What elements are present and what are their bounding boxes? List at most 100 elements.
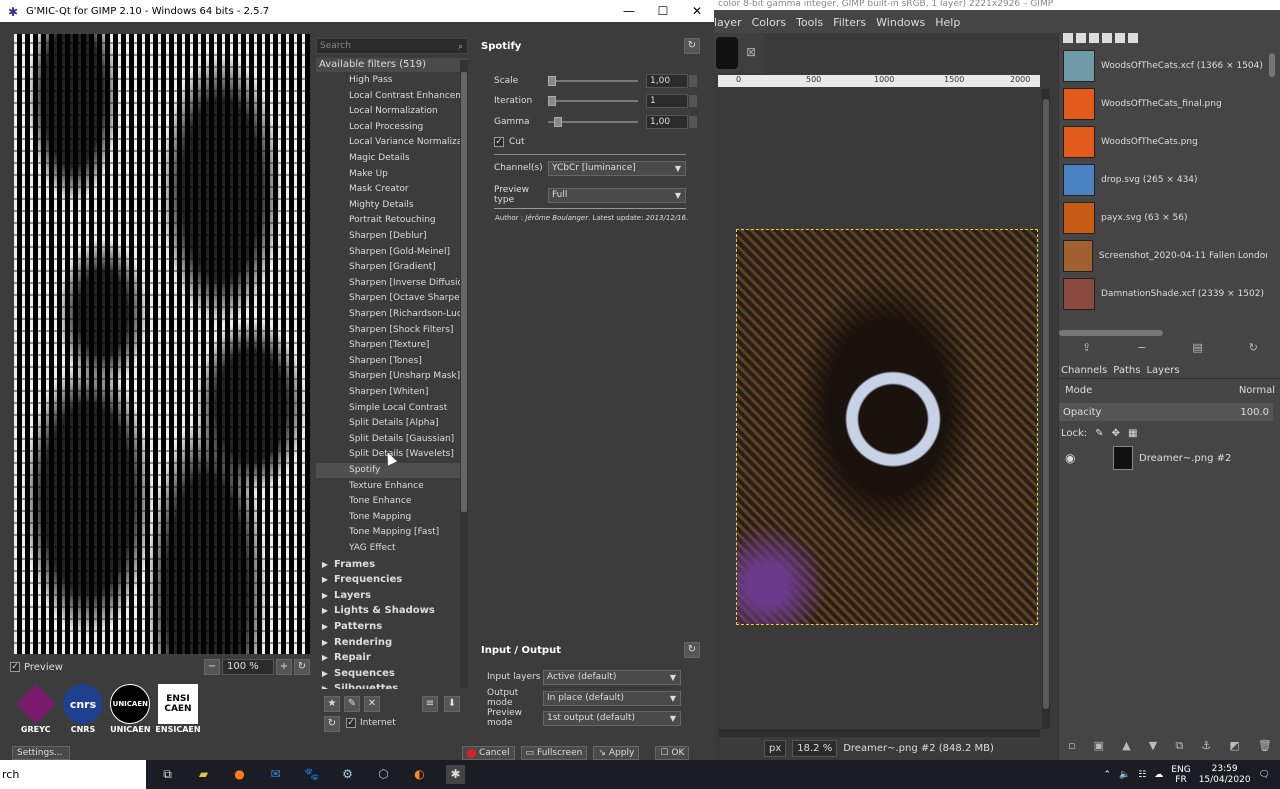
lower-layer-icon[interactable]: ▼ bbox=[1149, 739, 1157, 757]
filter-item[interactable]: Sharpen [Shock Filters] bbox=[349, 323, 453, 338]
filter-item[interactable]: Tone Mapping [Fast] bbox=[349, 525, 439, 540]
image-list-item[interactable]: WoodsOfTheCats.xcf (1366 × 1504) bbox=[1059, 47, 1267, 85]
filter-item[interactable]: Sharpen [Tones] bbox=[349, 354, 422, 369]
images-scrollbar[interactable] bbox=[1269, 53, 1277, 333]
filter-item[interactable]: Local Variance Normalization bbox=[349, 135, 460, 150]
network-icon[interactable]: ☷ bbox=[1138, 770, 1146, 780]
filter-item[interactable]: Sharpen [Octave Sharpening] bbox=[349, 291, 460, 306]
zoom-select[interactable]: 18.2 % bbox=[792, 740, 838, 757]
task-view-icon[interactable]: ⧉ bbox=[158, 765, 177, 784]
menu-filters[interactable]: Filters bbox=[833, 16, 866, 29]
images-horizontal-scrollbar[interactable] bbox=[1059, 330, 1267, 337]
lock-alpha-icon[interactable]: ▦ bbox=[1128, 428, 1137, 439]
filter-item[interactable]: Mighty Details bbox=[349, 198, 414, 213]
filter-item[interactable]: Tone Enhance bbox=[349, 494, 411, 509]
apply-button[interactable]: ↘ Apply bbox=[593, 746, 640, 760]
print-icon[interactable]: ▤ bbox=[1192, 341, 1202, 357]
filter-item[interactable]: Split Details [Gaussian] bbox=[349, 432, 454, 447]
fullscreen-button[interactable]: ▭ Fullscreen bbox=[520, 746, 588, 760]
tool-options-icon[interactable] bbox=[1063, 33, 1073, 43]
gimp-icon[interactable]: 🐾 bbox=[302, 765, 321, 784]
filter-item[interactable]: Sharpen [Texture] bbox=[349, 338, 429, 353]
channels-select[interactable]: YCbCr [luminance] ▼ bbox=[548, 160, 686, 176]
image-canvas[interactable] bbox=[720, 89, 1040, 729]
mail-icon[interactable]: ✉ bbox=[266, 765, 285, 784]
filters-scrollbar[interactable] bbox=[460, 60, 468, 688]
filter-search-input[interactable]: Search ⌕ bbox=[316, 38, 468, 54]
output-mode-select[interactable]: In place (default) ▼ bbox=[543, 690, 681, 706]
taskbar-search-input[interactable]: rch bbox=[0, 760, 146, 789]
expand-collapse-icon[interactable]: ≡ bbox=[422, 696, 438, 712]
reset-zoom-icon[interactable]: ↻ bbox=[294, 659, 310, 675]
filter-item[interactable]: Split Details [Wavelets] bbox=[349, 447, 454, 462]
update-filters-icon[interactable]: ↻ bbox=[324, 716, 340, 732]
cancel-button[interactable]: Cancel bbox=[462, 746, 515, 760]
filters-header[interactable]: Available filters (519) bbox=[316, 58, 468, 72]
filter-category[interactable]: ▶ Sequences bbox=[316, 666, 395, 681]
image-list-item[interactable]: DamnationShade.xcf (2339 × 1502) bbox=[1059, 275, 1267, 313]
image-tab[interactable]: ⊠ bbox=[714, 33, 764, 73]
unit-select[interactable]: px bbox=[764, 740, 787, 757]
reset-io-icon[interactable]: ↻ bbox=[684, 642, 700, 658]
filter-item[interactable]: Sharpen [Deblur] bbox=[349, 229, 427, 244]
menu-layer[interactable]: layer bbox=[714, 16, 742, 29]
refresh-icon[interactable]: ↻ bbox=[1249, 341, 1258, 357]
zoom-in-icon[interactable]: + bbox=[276, 659, 292, 675]
delete-layer-icon[interactable]: 🗑 bbox=[1258, 739, 1272, 757]
raise-layer-icon[interactable]: ▲ bbox=[1122, 739, 1130, 757]
anchor-layer-icon[interactable]: ⚓ bbox=[1201, 739, 1211, 757]
tray-chevron-up-icon[interactable]: ⌃ bbox=[1103, 770, 1111, 780]
new-layer-icon[interactable]: ▫ bbox=[1068, 739, 1075, 757]
gamma-slider[interactable] bbox=[548, 117, 638, 127]
clock[interactable]: 23:59 15/04/2020 bbox=[1199, 764, 1251, 786]
filter-item[interactable]: Portrait Retouching bbox=[349, 213, 436, 228]
preview-mode-select[interactable]: 1st output (default) ▼ bbox=[543, 710, 681, 726]
mode-select[interactable]: Normal bbox=[1239, 385, 1275, 396]
close-image-icon[interactable]: ⊠ bbox=[746, 45, 756, 59]
add-favorite-icon[interactable]: ★ bbox=[324, 696, 340, 712]
filter-category[interactable]: ▶ Repair bbox=[316, 650, 371, 665]
iteration-slider[interactable] bbox=[548, 96, 638, 106]
minimize-button[interactable]: — bbox=[612, 0, 646, 22]
images-icon[interactable] bbox=[1128, 33, 1138, 43]
filter-category[interactable]: ▶ Patterns bbox=[316, 619, 382, 634]
preview-type-select[interactable]: Full ▼ bbox=[548, 187, 686, 203]
steam-icon[interactable]: ⚙ bbox=[338, 765, 357, 784]
filter-item[interactable]: Sharpen [Gradient] bbox=[349, 260, 436, 275]
3d-app-icon[interactable]: ⬡ bbox=[374, 765, 393, 784]
filter-category[interactable]: ▶ Rendering bbox=[316, 635, 392, 650]
filter-item[interactable]: Simple Local Contrast bbox=[349, 401, 447, 416]
image-list-item[interactable]: WoodsOfTheCats.png bbox=[1059, 123, 1267, 161]
remove-icon[interactable]: − bbox=[1137, 341, 1146, 357]
file-explorer-icon[interactable]: ▰ bbox=[194, 765, 213, 784]
scale-spinbox[interactable]: 1,00 bbox=[646, 74, 697, 88]
download-icon[interactable]: ⬇ bbox=[444, 696, 460, 712]
duplicate-layer-icon[interactable]: ⧉ bbox=[1175, 739, 1183, 757]
menu-tools[interactable]: Tools bbox=[796, 16, 823, 29]
visibility-eye-icon[interactable]: ◉ bbox=[1065, 451, 1085, 465]
rename-favorite-icon[interactable]: ✎ bbox=[344, 696, 360, 712]
remove-favorite-icon[interactable]: ✕ bbox=[364, 696, 380, 712]
filter-category[interactable]: ▶ Layers bbox=[316, 588, 371, 603]
gamma-spinbox[interactable]: 1,00 bbox=[646, 115, 697, 129]
cloud-icon[interactable]: ☁ bbox=[1154, 770, 1163, 780]
new-group-icon[interactable]: ▣ bbox=[1094, 739, 1104, 757]
internet-checkbox-box[interactable]: ✓ bbox=[346, 718, 356, 728]
iteration-spinbox[interactable]: 1 bbox=[646, 94, 697, 108]
filter-category[interactable]: ▶ Frames bbox=[316, 557, 375, 572]
filter-item[interactable]: Mask Creator bbox=[349, 182, 409, 197]
maximize-button[interactable]: ☐ bbox=[646, 0, 680, 22]
cut-row[interactable]: ✓ Cut bbox=[494, 134, 690, 150]
reset-parameters-icon[interactable]: ↻ bbox=[684, 38, 700, 54]
image-list-item[interactable]: drop.svg (265 × 434) bbox=[1059, 161, 1267, 199]
brushes-icon[interactable] bbox=[1076, 33, 1086, 43]
input-layers-select[interactable]: Active (default) ▼ bbox=[543, 669, 681, 685]
filter-item[interactable]: Sharpen [Gold-Meinel] bbox=[349, 245, 450, 260]
preview-checkbox-box[interactable]: ✓ bbox=[10, 662, 20, 672]
mask-layer-icon[interactable]: ◩ bbox=[1229, 739, 1239, 757]
zoom-field[interactable]: 100 % bbox=[222, 659, 274, 675]
document-history-icon[interactable] bbox=[1115, 33, 1125, 43]
scale-slider[interactable] bbox=[548, 76, 638, 86]
gmic-taskbar-icon[interactable]: ✱ bbox=[446, 765, 465, 784]
opacity-slider[interactable]: Opacity 100.0 bbox=[1059, 403, 1273, 421]
